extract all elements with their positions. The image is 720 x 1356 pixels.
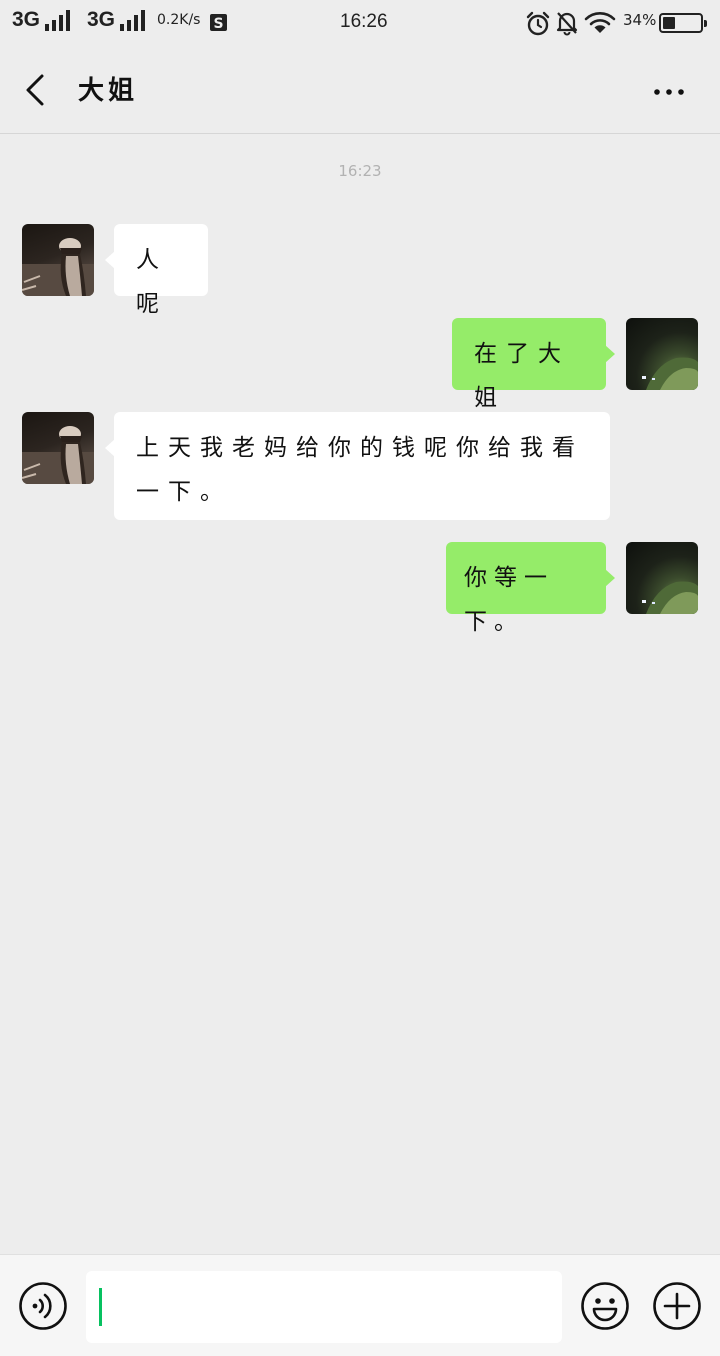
alarm-clock-icon — [526, 11, 550, 36]
signal-bars-icon — [45, 9, 71, 31]
network-2: 3G — [87, 8, 146, 32]
battery-percent: 34% — [623, 11, 656, 29]
message-list[interactable]: 16:23 人呢 在了大姐 上天我老妈给你的钱呢你给我看一下。 你等一下。 — [0, 134, 720, 1254]
network-type-1: 3G — [12, 8, 41, 31]
chat-screen: 3G 3G 0.2K/s S 16:26 34% 大姐 16:23 人呢 在了大… — [0, 0, 720, 1356]
message-text: 在了大姐 — [474, 341, 570, 411]
voice-icon[interactable] — [18, 1281, 68, 1331]
clock-text: 16:26 — [340, 11, 388, 32]
contact-avatar[interactable] — [22, 224, 94, 296]
wifi-icon — [584, 12, 616, 33]
plus-icon[interactable] — [652, 1281, 702, 1331]
message-bubble-received[interactable]: 上天我老妈给你的钱呢你给我看一下。 — [105, 412, 610, 520]
message-timestamp: 16:23 — [338, 162, 382, 180]
my-avatar[interactable] — [626, 542, 698, 614]
message-bubble-received[interactable]: 人呢 — [105, 224, 208, 317]
status-bar: 3G 3G 0.2K/s S 16:26 34% — [0, 0, 720, 46]
message-bubble-sent[interactable]: 在了大姐 — [452, 318, 615, 411]
message-input[interactable] — [86, 1271, 562, 1343]
signal-bars-icon — [120, 9, 146, 31]
message-bubble-sent[interactable]: 你等一下。 — [446, 542, 615, 635]
net-speed: 0.2K/s — [157, 12, 200, 28]
message-text: 你等一下。 — [464, 565, 554, 635]
title-bar: 大姐 — [0, 46, 720, 134]
text-caret — [99, 1288, 102, 1326]
battery-fill — [663, 17, 675, 29]
contact-avatar-photo — [22, 426, 94, 484]
message-text: 人呢 — [136, 247, 168, 317]
battery-percent-text: 34% — [623, 11, 657, 29]
my-avatar-photo — [642, 357, 698, 390]
screenshot-app-icon: S — [210, 14, 227, 32]
net-speed-text: 0.2K/s — [157, 12, 201, 28]
my-avatar-photo — [642, 581, 698, 614]
back-chevron-icon[interactable] — [14, 68, 58, 112]
my-avatar[interactable] — [626, 318, 698, 390]
chat-title: 大姐 — [78, 76, 139, 106]
contact-avatar-photo — [22, 238, 94, 296]
svg-text:S: S — [213, 16, 223, 32]
contact-avatar[interactable] — [22, 412, 94, 484]
network-1: 3G — [12, 8, 71, 32]
input-bar — [0, 1254, 720, 1356]
emoji-icon[interactable] — [580, 1281, 630, 1331]
battery-icon — [659, 13, 707, 33]
message-text: 上天我老妈给你的钱呢你给我看一下。 — [136, 435, 584, 505]
network-type-2: 3G — [87, 8, 116, 31]
clock: 16:26 — [340, 11, 388, 33]
more-dots-icon[interactable] — [642, 70, 696, 110]
muted-bell-icon — [556, 12, 578, 36]
